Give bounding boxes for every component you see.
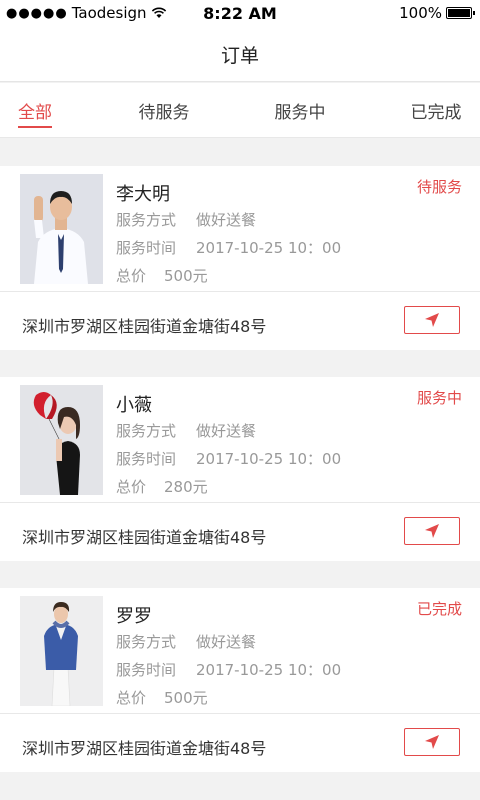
service-type-row: 服务方式 做好送餐 — [116, 209, 256, 230]
page-title: 订单 — [220, 45, 259, 67]
avatar — [20, 174, 103, 284]
total-price-row: 总价 280元 — [116, 476, 208, 497]
total-price-value: 280元 — [164, 478, 208, 496]
order-card-details: 李大明 待服务 服务方式 做好送餐 服务时间 2017-10-25 10：00 … — [0, 166, 480, 292]
person-photo-icon — [20, 174, 103, 284]
navigation-bar: 订单 — [0, 28, 480, 82]
service-type-value: 做好送餐 — [196, 633, 257, 651]
order-status-badge: 已完成 — [416, 600, 462, 618]
navigate-button[interactable] — [404, 728, 460, 756]
order-card-details: 小薇 服务中 服务方式 做好送餐 服务时间 2017-10-25 10：00 总… — [0, 377, 480, 503]
order-tabs: 全部 待服务 服务中 已完成 — [0, 83, 480, 138]
service-type-value: 做好送餐 — [196, 422, 257, 440]
navigation-arrow-icon — [425, 524, 439, 538]
avatar — [20, 596, 103, 706]
service-type-row: 服务方式 做好送餐 — [116, 631, 256, 652]
tab-pending[interactable]: 待服务 — [124, 83, 204, 138]
service-address: 深圳市罗湖区桂园街道金塘街48号 — [22, 739, 267, 758]
navigation-arrow-icon — [425, 313, 439, 327]
person-photo-icon — [20, 596, 103, 706]
customer-name: 李大明 — [116, 184, 170, 205]
tab-in-service[interactable]: 服务中 — [260, 83, 340, 138]
service-type-value: 做好送餐 — [196, 211, 257, 229]
status-bar-right: 100% — [399, 4, 475, 22]
order-card[interactable]: 李大明 待服务 服务方式 做好送餐 服务时间 2017-10-25 10：00 … — [0, 166, 480, 350]
service-type-label: 服务方式 — [116, 211, 177, 229]
service-time-label: 服务时间 — [116, 239, 177, 257]
avatar — [20, 385, 103, 495]
service-type-row: 服务方式 做好送餐 — [116, 420, 256, 441]
service-time-row: 服务时间 2017-10-25 10：00 — [116, 448, 341, 469]
status-bar: ●●●●● Taodesign 8:22 AM 100% — [0, 0, 480, 28]
service-time-label: 服务时间 — [116, 661, 177, 679]
active-tab-indicator — [18, 126, 52, 128]
battery-icon — [446, 7, 475, 19]
total-price-row: 总价 500元 — [116, 265, 208, 286]
total-price-value: 500元 — [164, 689, 208, 707]
service-time-row: 服务时间 2017-10-25 10：00 — [116, 237, 341, 258]
navigate-button[interactable] — [404, 306, 460, 334]
total-price-label: 总价 — [116, 267, 147, 285]
service-time-value: 2017-10-25 10：00 — [196, 239, 342, 257]
service-type-label: 服务方式 — [116, 633, 177, 651]
tab-completed[interactable]: 已完成 — [400, 83, 472, 138]
service-time-label: 服务时间 — [116, 450, 177, 468]
total-price-label: 总价 — [116, 689, 147, 707]
order-card-details: 罗罗 已完成 服务方式 做好送餐 服务时间 2017-10-25 10：00 总… — [0, 588, 480, 714]
customer-name: 罗罗 — [116, 606, 152, 627]
order-status-badge: 待服务 — [416, 178, 462, 196]
total-price-label: 总价 — [116, 478, 147, 496]
order-card[interactable]: 罗罗 已完成 服务方式 做好送餐 服务时间 2017-10-25 10：00 总… — [0, 588, 480, 772]
total-price-value: 500元 — [164, 267, 208, 285]
total-price-row: 总价 500元 — [116, 687, 208, 708]
order-card[interactable]: 小薇 服务中 服务方式 做好送餐 服务时间 2017-10-25 10：00 总… — [0, 377, 480, 561]
service-time-row: 服务时间 2017-10-25 10：00 — [116, 659, 341, 680]
person-photo-icon — [20, 385, 103, 495]
order-status-badge: 服务中 — [416, 389, 462, 407]
service-time-value: 2017-10-25 10：00 — [196, 450, 342, 468]
service-type-label: 服务方式 — [116, 422, 177, 440]
navigate-button[interactable] — [404, 517, 460, 545]
service-time-value: 2017-10-25 10：00 — [196, 661, 342, 679]
service-address: 深圳市罗湖区桂园街道金塘街48号 — [22, 528, 267, 547]
navigation-arrow-icon — [425, 735, 439, 749]
tab-all[interactable]: 全部 — [0, 83, 70, 138]
service-address: 深圳市罗湖区桂园街道金塘街48号 — [22, 317, 267, 336]
customer-name: 小薇 — [116, 395, 152, 416]
battery-percent: 100% — [399, 4, 442, 22]
